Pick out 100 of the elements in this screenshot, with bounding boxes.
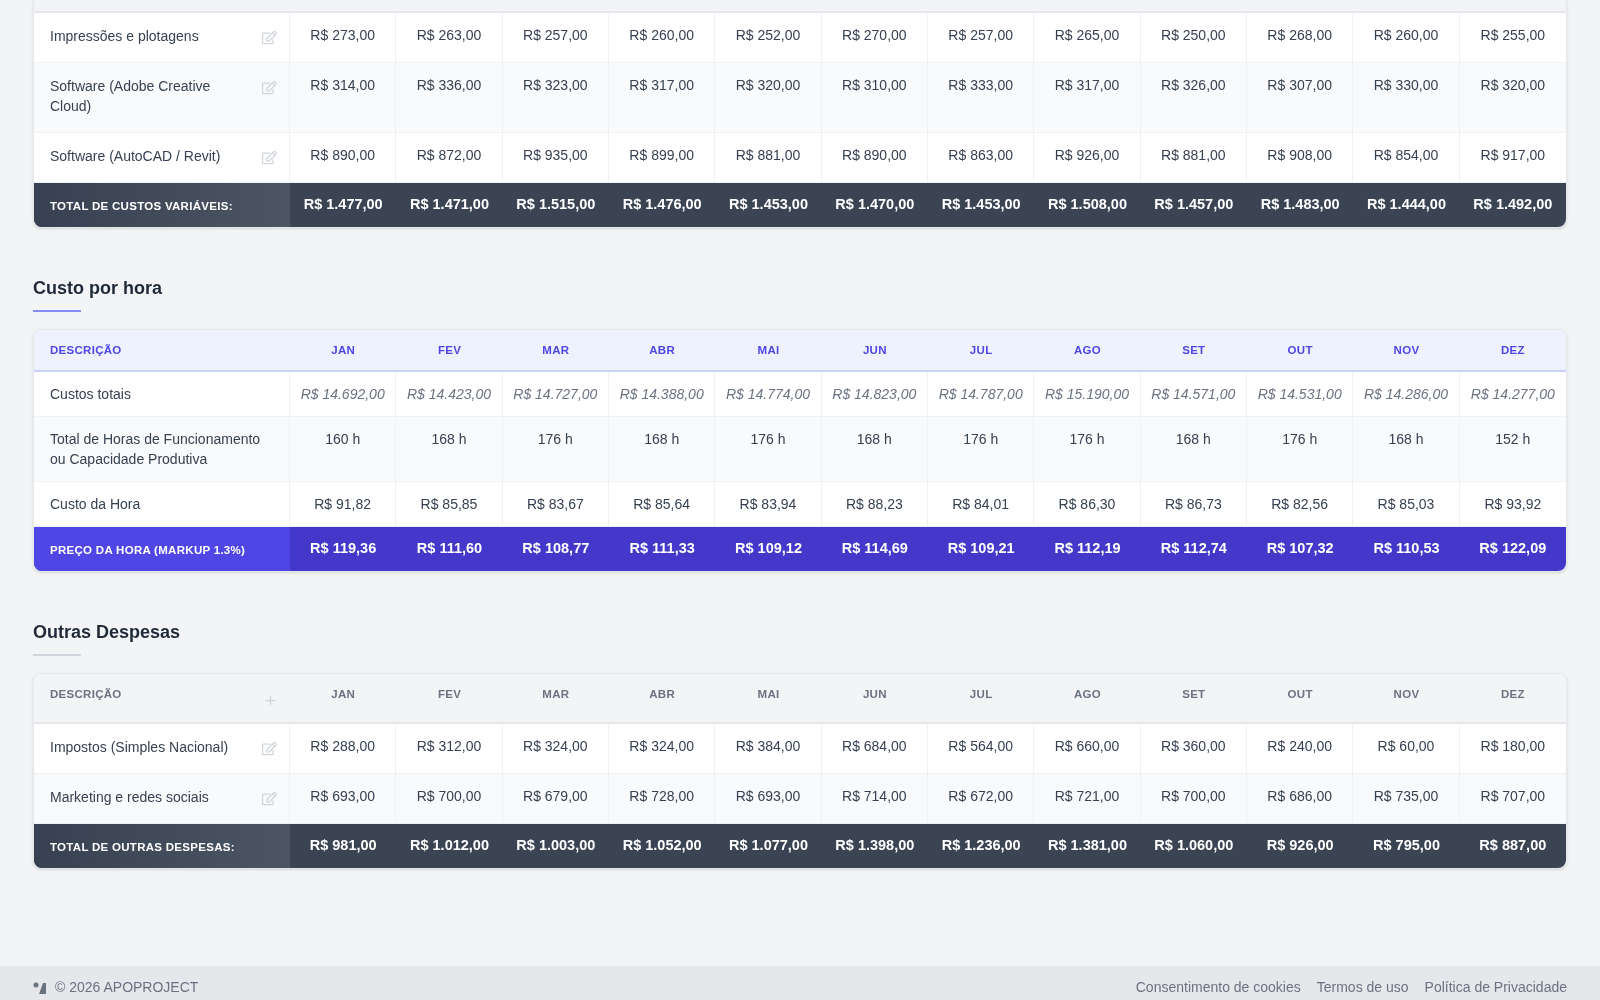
table-cell-text: 168 h xyxy=(1388,430,1424,449)
table-cell-text: R$ 14.531,00 xyxy=(1257,385,1342,404)
column-header: ABR xyxy=(649,343,676,358)
total-cell-text: R$ 114,69 xyxy=(841,539,908,559)
table-cell-text: 176 h xyxy=(750,430,786,449)
total-cell-text: R$ 926,00 xyxy=(1266,836,1334,856)
section-title: Outras Despesas xyxy=(33,621,182,644)
table-cell-text: R$ 14.787,00 xyxy=(938,385,1023,404)
column-header: SET xyxy=(1182,687,1206,702)
table-cell-text: R$ 890,00 xyxy=(842,146,907,165)
table-cell-text: R$ 310,00 xyxy=(842,76,907,95)
table-cell-text: R$ 872,00 xyxy=(416,146,482,165)
column-header: ABR xyxy=(649,687,676,702)
total-cell-text: R$ 795,00 xyxy=(1373,836,1440,856)
table-cell-text: R$ 265,00 xyxy=(1054,26,1120,45)
table-cell-text: R$ 899,00 xyxy=(629,146,694,165)
table-cell-text: R$ 317,00 xyxy=(629,76,694,95)
column-header: AGO xyxy=(1073,343,1101,358)
edit-icon[interactable] xyxy=(262,80,277,95)
total-cell-text: R$ 109,12 xyxy=(735,539,802,559)
table-cell-text: R$ 707,00 xyxy=(1480,787,1546,806)
column-header: MAI xyxy=(757,687,780,702)
table-cell-text: R$ 333,00 xyxy=(948,76,1013,95)
row-label: Custo da Hora xyxy=(50,495,141,514)
table-cell-text: R$ 180,00 xyxy=(1480,737,1546,756)
table-cell-text: R$ 693,00 xyxy=(310,787,375,806)
total-cell-text: R$ 1.515,00 xyxy=(516,195,596,215)
edit-icon[interactable] xyxy=(262,150,277,165)
column-header: JAN xyxy=(331,343,356,358)
table-cell-text: 152 h xyxy=(1495,430,1531,449)
row-label: Software (AutoCAD / Revit) xyxy=(50,147,221,166)
column-header: DEZ xyxy=(1500,687,1525,702)
table-cell-text: R$ 257,00 xyxy=(948,26,1013,45)
total-cell-text: R$ 107,32 xyxy=(1266,539,1334,559)
table-cell-text: R$ 257,00 xyxy=(523,26,588,45)
table-cell-text: R$ 323,00 xyxy=(523,76,588,95)
total-cell-text: R$ 1.381,00 xyxy=(1048,836,1127,856)
table-cell-text: R$ 336,00 xyxy=(416,76,482,95)
table-cell-text: R$ 85,03 xyxy=(1377,495,1435,514)
table-cell-text: R$ 384,00 xyxy=(735,737,801,756)
footer-link[interactable]: Política de Privacidade xyxy=(1424,977,1567,998)
row-label: Impressões e plotagens xyxy=(50,27,199,46)
table-cell-text: R$ 324,00 xyxy=(629,737,694,756)
table-cell-text: R$ 250,00 xyxy=(1161,26,1226,45)
table-cell-text: R$ 735,00 xyxy=(1373,787,1439,806)
table-cell-text: R$ 693,00 xyxy=(735,787,801,806)
table-cell-text: R$ 686,00 xyxy=(1267,787,1332,806)
column-header: FEV xyxy=(437,343,462,358)
total-cell-text: R$ 1.012,00 xyxy=(410,836,489,856)
table-cell-text: 176 h xyxy=(1282,430,1318,449)
table-cell-text: R$ 15.190,00 xyxy=(1044,385,1130,404)
total-cell-text: R$ 1.453,00 xyxy=(941,195,1021,215)
table-cell-text: R$ 14.423,00 xyxy=(406,385,492,404)
footer-link[interactable]: Termos de uso xyxy=(1316,977,1409,998)
total-cell-text: R$ 1.003,00 xyxy=(516,836,596,856)
table-cell-text: R$ 86,73 xyxy=(1164,495,1222,514)
table-cell-text: R$ 260,00 xyxy=(1373,26,1439,45)
table-cell-text: R$ 684,00 xyxy=(842,737,907,756)
total-cell-text: R$ 111,33 xyxy=(629,539,695,559)
table-cell-text: R$ 672,00 xyxy=(948,787,1013,806)
column-header: DESCRIÇÃO xyxy=(50,687,122,702)
table-cell-text: R$ 82,56 xyxy=(1271,495,1329,514)
table-cell-text: R$ 890,00 xyxy=(310,146,375,165)
column-header: MAR xyxy=(542,343,570,358)
row-label: Custos totais xyxy=(50,385,131,404)
table-cell-text: R$ 854,00 xyxy=(1373,146,1439,165)
table-cell-text: R$ 317,00 xyxy=(1054,76,1120,95)
table-cell-text: R$ 935,00 xyxy=(523,146,588,165)
edit-icon[interactable] xyxy=(262,30,277,45)
table-cell-text: R$ 273,00 xyxy=(310,26,375,45)
table-cell-text: R$ 84,01 xyxy=(952,495,1010,514)
table-cell-text: R$ 320,00 xyxy=(735,76,801,95)
table-cell-text: R$ 14.571,00 xyxy=(1151,385,1236,404)
add-icon[interactable] xyxy=(263,693,278,708)
table-cell-text: R$ 307,00 xyxy=(1267,76,1332,95)
table-cell-text: R$ 252,00 xyxy=(735,26,801,45)
column-header: NOV xyxy=(1393,687,1420,702)
total-cell-text: R$ 122,09 xyxy=(1479,539,1547,559)
edit-icon[interactable] xyxy=(262,741,277,756)
footer-link[interactable]: Consentimento de cookies xyxy=(1135,977,1301,998)
table-cell-text: R$ 326,00 xyxy=(1161,76,1226,95)
table-cell-text: R$ 83,94 xyxy=(739,495,797,514)
row-label: Total de Horas de Funcionamento ou Capacidade Produtiva xyxy=(50,430,262,469)
table-cell-text: 168 h xyxy=(1175,430,1211,449)
row-label: Marketing e redes sociais xyxy=(50,788,209,807)
column-header: JUN xyxy=(862,687,887,702)
table-cell-text: R$ 14.286,00 xyxy=(1363,385,1449,404)
total-cell-text: R$ 1.508,00 xyxy=(1048,195,1127,215)
total-cell-text: R$ 1.471,00 xyxy=(410,195,489,215)
table-cell-text: 160 h xyxy=(325,430,361,449)
table-cell-text: 168 h xyxy=(856,430,892,449)
table-cell-text: R$ 660,00 xyxy=(1054,737,1120,756)
table-cell-text: R$ 263,00 xyxy=(416,26,482,45)
table-cell-text: R$ 312,00 xyxy=(416,737,482,756)
total-cell-text: R$ 1.476,00 xyxy=(622,195,702,215)
table-cell-text: R$ 85,85 xyxy=(420,495,478,514)
table-cell-text: R$ 14.277,00 xyxy=(1470,385,1555,404)
edit-icon[interactable] xyxy=(262,791,277,806)
table-cell-text: R$ 564,00 xyxy=(948,737,1013,756)
total-cell-text: R$ 109,21 xyxy=(947,539,1015,559)
